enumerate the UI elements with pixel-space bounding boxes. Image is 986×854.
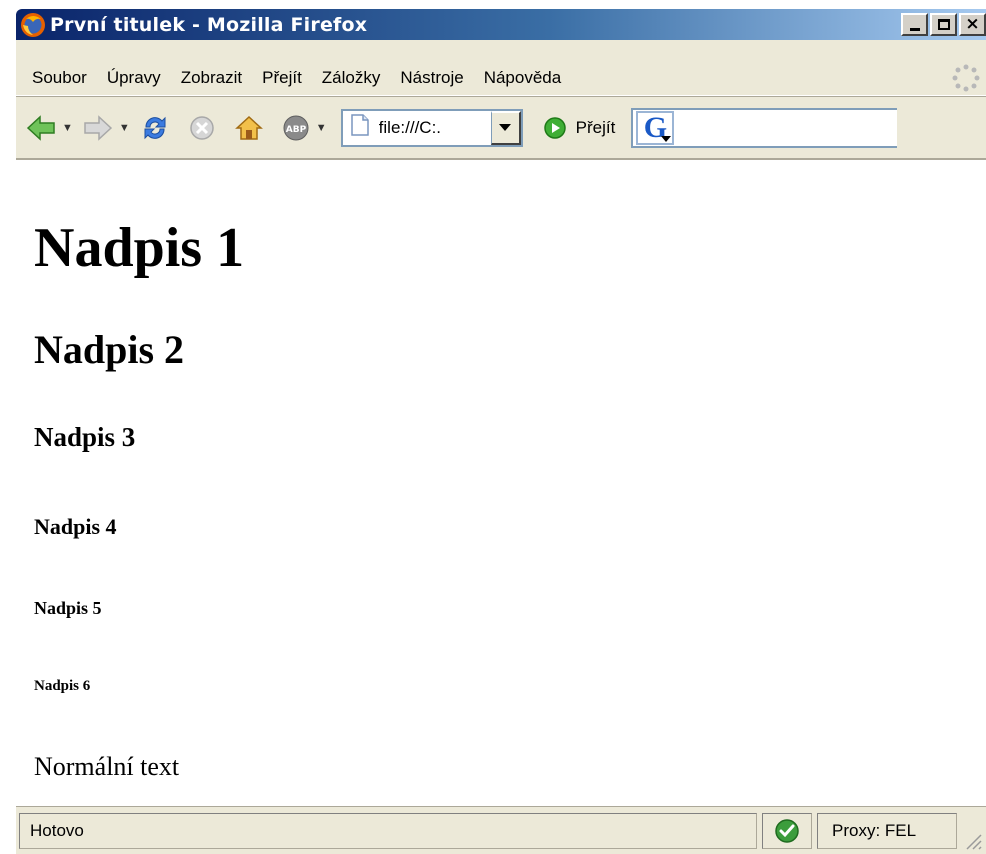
go-label: Přejít <box>575 117 616 137</box>
adblock-dropdown-icon[interactable]: ▼ <box>316 122 327 134</box>
heading-3: Nadpis 3 <box>34 422 136 452</box>
page-icon <box>350 114 369 141</box>
menu-bar: Soubor Úpravy Zobrazit Přejít Záložky Ná… <box>16 60 986 96</box>
page-content: Nadpis 1 Nadpis 2 Nadpis 3 Nadpis 4 Nadp… <box>16 158 986 806</box>
heading-6: Nadpis 6 <box>34 678 91 694</box>
home-button[interactable] <box>234 114 264 142</box>
menu-zobrazit[interactable]: Zobrazit <box>171 68 252 88</box>
heading-1: Nadpis 1 <box>34 217 245 279</box>
chevron-down-icon <box>499 123 512 131</box>
menu-upravy[interactable]: Úpravy <box>97 68 171 88</box>
stop-button[interactable] <box>188 114 216 142</box>
window-title: První titulek - Mozilla Firefox <box>50 13 368 36</box>
firefox-logo-icon <box>20 12 46 38</box>
menu-nastroje[interactable]: Nástroje <box>390 68 473 88</box>
search-engine-dropdown-icon <box>661 135 672 142</box>
maximize-button[interactable] <box>930 13 957 36</box>
minimize-icon <box>909 28 920 31</box>
menu-prejit[interactable]: Přejít <box>252 68 312 88</box>
forward-dropdown-icon[interactable]: ▼ <box>119 122 130 134</box>
svg-text:ABP: ABP <box>286 125 307 135</box>
navigation-toolbar: ▼ ▼ ABP ▼ file:///C:. Přejít G <box>16 96 986 158</box>
resize-grip-icon[interactable] <box>962 830 982 850</box>
close-icon: × <box>965 14 980 34</box>
window-controls: × <box>901 13 986 36</box>
close-button[interactable]: × <box>959 13 986 36</box>
address-input[interactable] <box>378 117 489 138</box>
back-button[interactable]: ▼ <box>26 114 73 141</box>
security-status-panel[interactable] <box>762 813 812 849</box>
checkmark-icon <box>775 819 799 843</box>
home-icon <box>234 115 263 140</box>
normal-text: Normální text <box>34 752 180 781</box>
go-button[interactable]: Přejít <box>543 116 616 140</box>
adblock-icon: ABP <box>283 115 309 140</box>
minimize-button[interactable] <box>901 13 928 36</box>
reload-icon <box>144 116 166 139</box>
status-text: Hotovo <box>30 821 84 840</box>
title-bar[interactable]: První titulek - Mozilla Firefox × <box>16 9 986 40</box>
throbber-icon <box>950 62 982 94</box>
maximize-icon <box>937 19 950 30</box>
stop-icon <box>190 115 214 140</box>
menu-napoveda[interactable]: Nápověda <box>474 68 572 88</box>
reload-button[interactable] <box>140 113 170 143</box>
forward-button[interactable]: ▼ <box>83 114 130 141</box>
back-arrow-icon <box>26 114 55 141</box>
search-bar[interactable]: G <box>631 107 898 148</box>
go-arrow-icon <box>543 116 566 139</box>
status-text-panel: Hotovo <box>19 813 757 849</box>
back-dropdown-icon[interactable]: ▼ <box>62 122 73 134</box>
menu-zalozky[interactable]: Záložky <box>312 68 391 88</box>
address-bar[interactable] <box>340 108 523 147</box>
proxy-status-panel[interactable]: Proxy: FEL <box>817 813 957 849</box>
heading-5: Nadpis 5 <box>34 598 102 618</box>
adblock-button[interactable]: ABP ▼ <box>282 114 327 142</box>
heading-2: Nadpis 2 <box>34 327 185 372</box>
address-dropdown-button[interactable] <box>490 110 521 145</box>
forward-arrow-icon <box>84 114 113 141</box>
menu-soubor[interactable]: Soubor <box>16 68 97 88</box>
google-search-engine-icon[interactable]: G <box>636 110 675 145</box>
heading-4: Nadpis 4 <box>34 514 117 539</box>
proxy-status-text: Proxy: FEL <box>832 821 917 840</box>
menu-bar-spacer <box>16 40 986 60</box>
status-bar: Hotovo Proxy: FEL <box>16 806 986 854</box>
